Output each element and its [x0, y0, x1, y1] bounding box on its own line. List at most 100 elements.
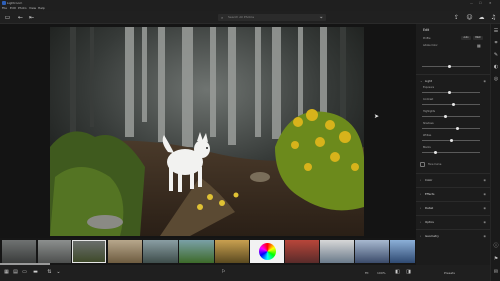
filmstrip-thumb[interactable] — [108, 240, 142, 263]
slider-label: Contrast — [423, 98, 434, 101]
section-detail-label: Detail — [425, 206, 434, 210]
back-icon[interactable]: ← — [17, 14, 24, 21]
slider-label: Exposure — [423, 86, 435, 89]
grid-view-icon[interactable]: ▦ — [3, 269, 10, 276]
section-geometry-label: Geometry — [425, 234, 439, 238]
slider-label: Highlights — [423, 110, 436, 113]
cloud-icon[interactable]: ☁ — [478, 14, 485, 21]
section-optics[interactable]: › Optics ◉ — [416, 215, 490, 229]
people-icon[interactable]: ☺ — [466, 14, 473, 21]
section-detail[interactable]: › Detail ◉ — [416, 201, 490, 215]
section-effects[interactable]: › Effects ◉ — [416, 187, 490, 201]
compare-icon[interactable]: ◧ — [394, 269, 401, 276]
presets-button[interactable]: Presets — [444, 265, 455, 281]
filmstrip-thumb[interactable] — [285, 240, 319, 263]
crop-icon[interactable]: ⌗ — [492, 40, 500, 47]
healing-icon[interactable]: ✎ — [492, 52, 500, 59]
sort-icon[interactable]: ⇅ — [46, 269, 53, 276]
color-wheel-icon — [259, 243, 276, 260]
tool-rail: ☰ ⌗ ✎ ◐ ◎ ⓘ ⚑ ✉ — [490, 24, 500, 281]
eye-icon[interactable]: ◉ — [483, 174, 486, 187]
flag-icon[interactable]: ⚐ — [220, 269, 227, 276]
forward-icon[interactable]: ⇤ — [28, 14, 35, 21]
light-slider-thumb[interactable] — [452, 102, 455, 106]
filter-icon[interactable]: ⏷ — [320, 14, 323, 21]
comment-icon[interactable]: ✉ — [492, 269, 500, 276]
light-slider[interactable] — [422, 126, 480, 130]
eye-icon[interactable]: ◉ — [483, 188, 486, 201]
chevron-right-icon: › — [420, 234, 422, 238]
redeye-icon[interactable]: ◎ — [492, 76, 500, 83]
section-color-label: Color — [425, 178, 433, 182]
bw-button[interactable]: B&W — [473, 36, 483, 40]
detail-view-icon[interactable]: ▭ — [21, 269, 28, 276]
dropdown-icon[interactable]: ⌄ — [55, 269, 62, 276]
amount-slider-thumb[interactable] — [448, 64, 451, 68]
panel-title: Edit — [423, 28, 430, 32]
light-slider-thumb[interactable] — [434, 150, 437, 154]
section-geometry[interactable]: › Geometry ◉ — [416, 229, 490, 243]
filmstrip-thumb[interactable] — [38, 240, 71, 263]
loupe-view-icon[interactable]: ▬ — [32, 269, 39, 276]
info-icon[interactable]: ⓘ — [492, 243, 500, 250]
filmstrip-thumb[interactable] — [2, 240, 36, 263]
filmstrip-thumb[interactable] — [179, 240, 214, 263]
main-photo[interactable] — [50, 27, 364, 236]
edit-icon[interactable]: ☰ — [492, 28, 500, 35]
section-optics-label: Optics — [425, 220, 434, 224]
search-bar[interactable]: ⌕ Search All Photos ⏷ — [218, 14, 326, 21]
share-icon[interactable]: ⇪ — [453, 14, 460, 21]
search-icon: ⌕ — [221, 15, 224, 20]
light-slider[interactable] — [422, 102, 480, 106]
filmstrip-thumb-colorwheel[interactable] — [250, 240, 284, 263]
light-slider[interactable] — [422, 138, 480, 142]
tone-curve-label[interactable]: Tone Curve — [428, 163, 441, 166]
light-slider-thumb[interactable] — [448, 90, 451, 94]
amount-slider[interactable] — [422, 64, 480, 68]
filmstrip-thumb[interactable] — [143, 240, 178, 263]
profile-label: Profile — [423, 37, 431, 40]
light-slider[interactable] — [422, 150, 480, 154]
chevron-right-icon: › — [420, 220, 422, 224]
auto-button[interactable]: Auto — [461, 36, 471, 40]
light-slider[interactable] — [422, 114, 480, 118]
filmstrip-thumb[interactable] — [390, 240, 415, 263]
filmstrip-thumb-selected[interactable] — [72, 240, 106, 263]
zoom-label[interactable]: 100% — [377, 265, 386, 281]
slider-label: Blacks — [423, 146, 431, 149]
bell-icon[interactable]: ♫ — [490, 14, 497, 21]
chevron-right-icon: › — [420, 178, 422, 182]
square-grid-icon[interactable]: ▤ — [12, 269, 19, 276]
bottom-bar: ▦ ▤ ▭ ▬ ⇅ ⌄ ☆☆☆☆☆ ⚐ Fit 100% ◧ ◨ Presets — [0, 265, 490, 281]
eye-icon[interactable]: ◉ — [483, 202, 486, 215]
filmstrip — [0, 238, 416, 265]
chevron-right-icon: › — [420, 206, 422, 210]
light-slider-thumb[interactable] — [450, 138, 453, 142]
section-color[interactable]: › Color ◉ — [416, 173, 490, 187]
profile-value[interactable]: Adobe Color — [423, 44, 438, 47]
filmstrip-thumb[interactable] — [215, 240, 249, 263]
eye-icon[interactable]: ◉ — [483, 75, 486, 88]
filmstrip-thumb[interactable] — [320, 240, 354, 263]
toolbar: ▭ ← ⇤ ⌕ Search All Photos ⏷ ⇪ ☺ ☁ ♫ — [0, 11, 500, 24]
eye-icon[interactable]: ◉ — [483, 230, 486, 243]
masking-icon[interactable]: ◐ — [492, 64, 500, 71]
section-effects-label: Effects — [425, 192, 435, 196]
slider-label: Whites — [423, 134, 432, 137]
forest-dog-image — [50, 27, 364, 236]
before-after-icon[interactable]: ◨ — [405, 269, 412, 276]
light-slider[interactable] — [422, 90, 480, 94]
sidebar-icon[interactable]: ▭ — [4, 14, 11, 21]
star-rating[interactable]: ☆☆☆☆☆ — [185, 270, 215, 276]
filmstrip-thumb[interactable] — [355, 240, 389, 263]
keyword-icon[interactable]: ⚑ — [492, 256, 500, 263]
light-slider-thumb[interactable] — [444, 114, 447, 118]
light-slider-thumb[interactable] — [456, 126, 459, 130]
profile-browser-icon[interactable]: ▦ — [477, 43, 481, 48]
fit-label[interactable]: Fit — [365, 265, 369, 281]
mouse-cursor: ➤ — [374, 113, 380, 120]
edit-panel: Edit Profile Auto B&W Adobe Color ▦ ⌄ Li… — [416, 24, 490, 277]
app-logo-icon — [2, 1, 6, 5]
tone-curve-icon[interactable] — [420, 162, 425, 167]
eye-icon[interactable]: ◉ — [483, 216, 486, 229]
